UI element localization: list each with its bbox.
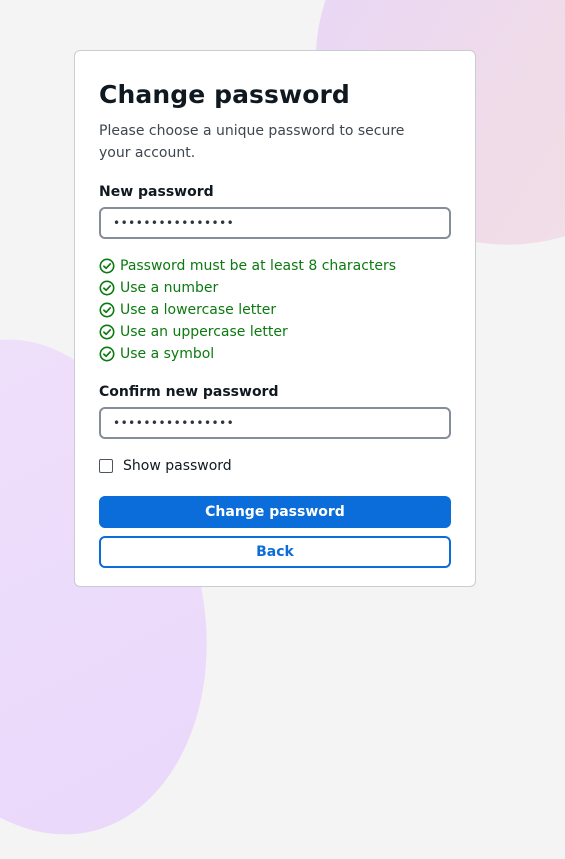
show-password-label[interactable]: Show password [123, 458, 232, 474]
rule-text: Password must be at least 8 characters [120, 258, 397, 274]
new-password-label: New password [99, 184, 214, 200]
rule-text: Use a lowercase letter [120, 302, 277, 318]
password-rules-list: Password must be at least 8 characters U… [99, 255, 451, 365]
back-button[interactable]: Back [99, 536, 451, 568]
page-title: Change password [99, 80, 350, 109]
password-rule-uppercase: Use an uppercase letter [99, 321, 451, 343]
change-password-card: Change password Please choose a unique p… [74, 50, 476, 587]
password-rule-number: Use a number [99, 277, 451, 299]
page-subtitle: Please choose a unique password to secur… [99, 123, 405, 161]
rule-text: Use a symbol [120, 346, 215, 362]
show-password-checkbox[interactable] [99, 459, 113, 473]
check-circle-icon [99, 302, 115, 318]
check-circle-icon [99, 258, 115, 274]
password-rule-min-length: Password must be at least 8 characters [99, 255, 451, 277]
confirm-password-field[interactable]: •••••••••••••••• [99, 407, 451, 439]
change-password-button[interactable]: Change password [99, 496, 451, 528]
rule-text: Use an uppercase letter [120, 324, 288, 340]
password-rule-lowercase: Use a lowercase letter [99, 299, 451, 321]
new-password-field[interactable]: •••••••••••••••• [99, 207, 451, 239]
confirm-password-label: Confirm new password [99, 384, 279, 400]
check-circle-icon [99, 280, 115, 296]
show-password-toggle[interactable]: Show password [99, 457, 451, 475]
rule-text: Use a number [120, 280, 219, 296]
password-rule-symbol: Use a symbol [99, 343, 451, 365]
check-circle-icon [99, 346, 115, 362]
check-circle-icon [99, 324, 115, 340]
